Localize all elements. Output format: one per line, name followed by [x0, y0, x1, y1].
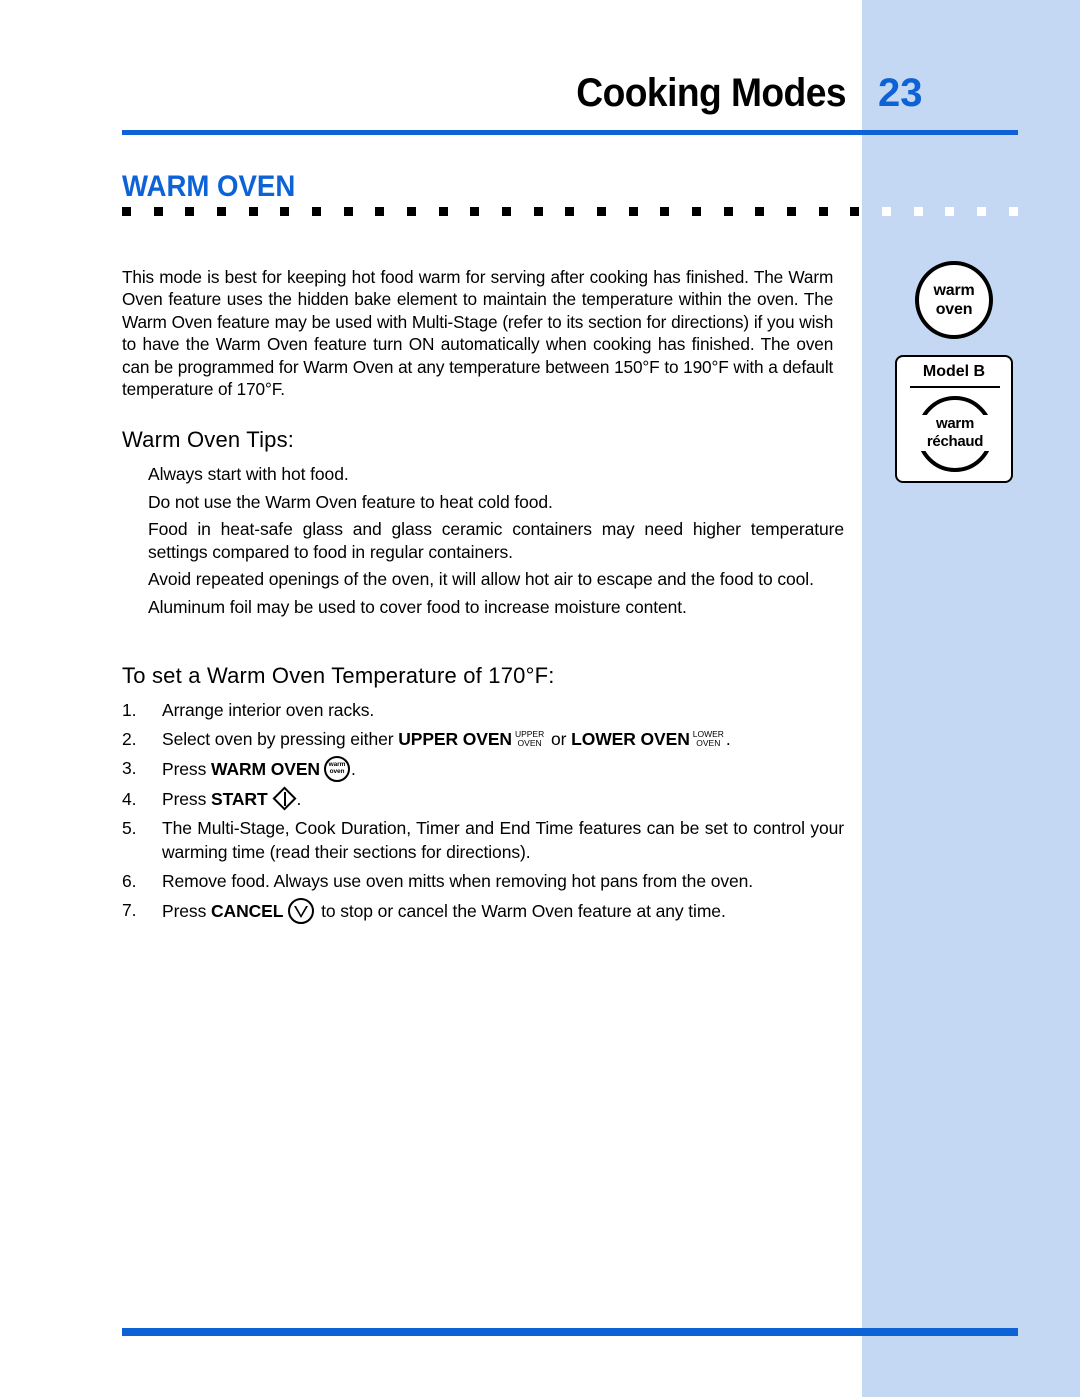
warm-oven-button-line2: oven	[935, 301, 973, 318]
divider-dot	[343, 206, 353, 216]
step-number: 7.	[122, 899, 137, 920]
start-label: START	[211, 788, 268, 809]
tip-item: Always start with hot food.	[148, 464, 349, 485]
sidebar-graphics: warm oven Model B warm réchaud	[862, 0, 1080, 1397]
step-text-middle: or	[546, 728, 572, 749]
divider-dot	[122, 206, 131, 216]
main-content: This mode is best for keeping hot food w…	[122, 248, 844, 929]
divider-dot	[248, 206, 258, 216]
tips-list: Always start with hot food. Do not use t…	[122, 463, 844, 619]
lower-oven-key-icon: LOWER OVEN	[693, 729, 724, 748]
footer-divider-rule	[122, 1328, 1018, 1336]
procedure-steps: 1. Arrange interior oven racks. 2. Selec…	[122, 698, 844, 924]
warm-rechaud-line1: warm	[903, 415, 1007, 433]
step-item: 1. Arrange interior oven racks.	[122, 698, 844, 722]
divider-dot	[565, 206, 575, 216]
warm-oven-key-line2: oven	[329, 768, 345, 776]
step-text-lead: Press	[162, 758, 211, 779]
divider-dot	[153, 206, 163, 216]
step-number: 1.	[122, 699, 137, 720]
divider-dot	[850, 206, 860, 216]
warm-oven-button-line1: warm	[933, 282, 975, 299]
divider-dot	[660, 206, 670, 216]
step-item: 2. Select oven by pressing either UPPER …	[122, 727, 844, 751]
tip-item: Do not use the Warm Oven feature to heat…	[148, 491, 553, 512]
cancel-key-icon	[288, 897, 315, 924]
step-number: 4.	[122, 788, 137, 809]
step-item: 6. Remove food. Always use oven mitts wh…	[122, 869, 844, 893]
upper-oven-key-icon: UPPER OVEN	[515, 729, 544, 748]
tip-item: Aluminum foil may be used to cover food …	[148, 597, 687, 618]
start-key-icon	[272, 786, 297, 811]
step-text: Select oven by pressing either UPPER OVE…	[162, 727, 844, 751]
step-text: Remove food. Always use oven mitts when …	[162, 870, 754, 891]
step-text-tail: .	[296, 788, 302, 809]
step-text-tail: to stop or cancel the Warm Oven feature …	[316, 900, 726, 921]
warm-oven-label: WARM OVEN	[211, 758, 320, 779]
step-text: Press WARM OVEN warm oven.	[162, 755, 844, 782]
step-text: The Multi-Stage, Cook Duration, Timer an…	[162, 817, 844, 862]
divider-dot	[280, 206, 290, 216]
section-title: WARM OVEN	[122, 170, 296, 203]
divider-dot	[533, 206, 543, 216]
divider-dot	[407, 206, 417, 216]
divider-dot	[470, 206, 480, 216]
step-item: 4. Press START.	[122, 786, 844, 811]
divider-dot	[692, 206, 702, 216]
lower-oven-label: LOWER OVEN	[571, 728, 690, 749]
divider-dot	[787, 206, 797, 216]
step-number: 6.	[122, 870, 137, 891]
divider-dot	[818, 206, 828, 216]
intro-paragraph: This mode is best for keeping hot food w…	[122, 266, 834, 400]
tips-heading: Warm Oven Tips:	[122, 427, 295, 453]
step-text-tail: .	[725, 728, 731, 749]
warm-rechaud-button-illustration: warm réchaud	[903, 395, 1007, 473]
step-number: 3.	[122, 757, 137, 778]
step-text-lead: Press	[162, 900, 211, 921]
step-text: Press CANCEL to stop or cancel the Warm …	[162, 897, 844, 924]
page-title: Cooking Modes	[576, 71, 846, 115]
warm-oven-key-text: warm oven	[326, 761, 348, 776]
warm-oven-button-illustration: warm oven	[915, 261, 993, 339]
divider-dot	[375, 206, 385, 216]
cancel-triangle-inner	[296, 906, 307, 916]
step-item: 3. Press WARM OVEN warm oven.	[122, 755, 844, 782]
divider-dot	[502, 206, 512, 216]
step-number: 2.	[122, 728, 137, 749]
step-text-lead: Press	[162, 788, 211, 809]
step-text-tail: .	[350, 758, 356, 779]
divider-dot	[597, 206, 607, 216]
divider-dot	[312, 206, 322, 216]
page-header-title-block: Cooking Modes	[538, 62, 862, 124]
divider-dot	[438, 206, 448, 216]
step-text: Press START.	[162, 786, 844, 811]
tip-item: Avoid repeated openings of the oven, it …	[148, 569, 814, 590]
divider-dot	[217, 206, 227, 216]
upper-oven-key-line2: OVEN	[517, 737, 542, 748]
warm-rechaud-line2: réchaud	[903, 433, 1007, 451]
warm-oven-key-line1: warm	[328, 760, 346, 768]
upper-oven-label: UPPER OVEN	[398, 728, 512, 749]
step-number: 5.	[122, 817, 137, 838]
step-item: 5. The Multi-Stage, Cook Duration, Timer…	[122, 816, 844, 864]
divider-dot	[185, 206, 195, 216]
step-text-lead: Select oven by pressing either	[162, 728, 399, 749]
model-b-divider	[910, 386, 1000, 388]
step-text: Arrange interior oven racks.	[162, 699, 375, 720]
warm-rechaud-text: warm réchaud	[903, 415, 1007, 451]
warm-oven-key-icon: warm oven	[323, 755, 350, 782]
divider-dot	[755, 206, 765, 216]
model-b-callout-box: Model B warm réchaud	[895, 355, 1013, 483]
model-b-label: Model B	[922, 363, 986, 380]
divider-dot	[628, 206, 638, 216]
cancel-label: CANCEL	[211, 900, 284, 921]
procedure-heading: To set a Warm Oven Temperature of 170°F:	[122, 662, 555, 688]
tip-item: Food in heat-safe glass and glass cerami…	[148, 519, 844, 562]
start-bar-shape	[283, 791, 286, 806]
lower-oven-key-line2: OVEN	[696, 737, 721, 748]
divider-dot	[723, 206, 733, 216]
step-item: 7. Press CANCEL to stop or cancel the Wa…	[122, 897, 844, 924]
